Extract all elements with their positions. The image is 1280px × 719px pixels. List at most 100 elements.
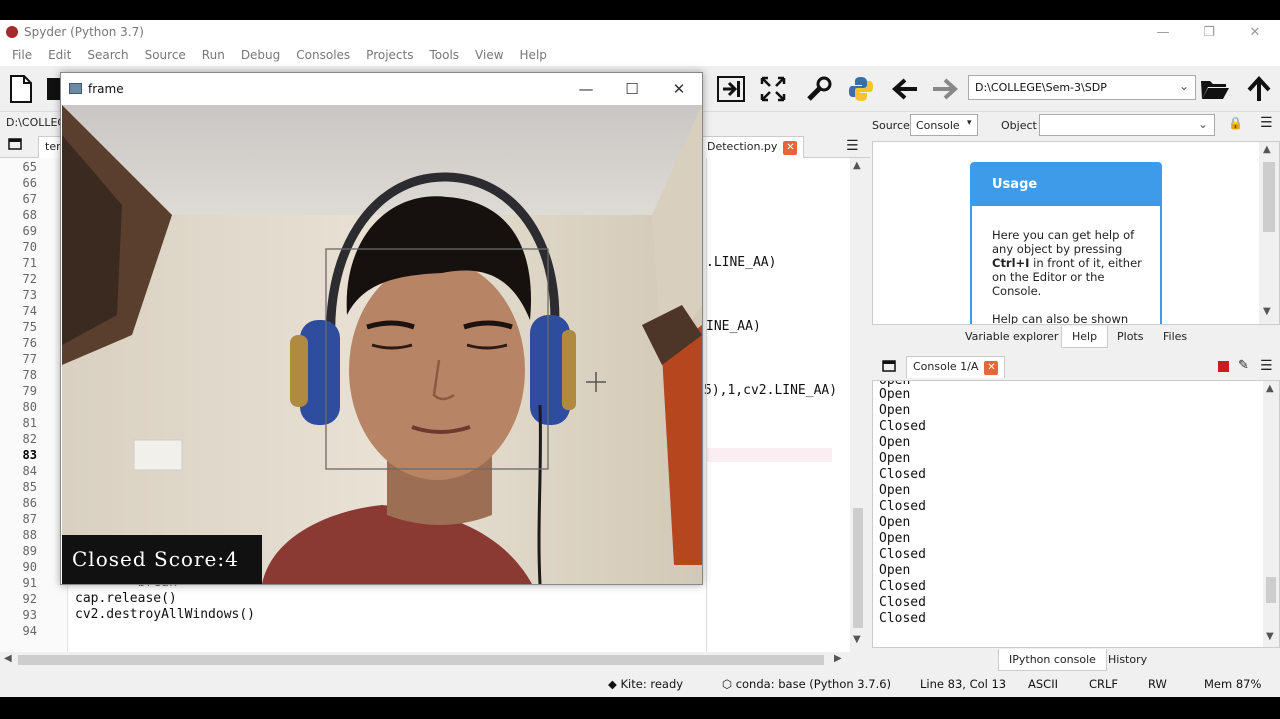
- score-overlay-text: Closed Score:4: [72, 547, 239, 571]
- console-line: Open: [879, 483, 911, 498]
- editor-tab-label: Detection.py: [707, 140, 778, 153]
- console-line: Closed: [879, 595, 926, 610]
- menu-tools[interactable]: Tools: [421, 48, 467, 62]
- working-directory-value: D:\COLLEGE\Sem-3\SDP: [975, 81, 1107, 94]
- usage-text: Help can also be shown: [992, 312, 1129, 325]
- line-number: 79: [22, 384, 37, 398]
- maximize-pane-icon[interactable]: [758, 74, 788, 104]
- minimize-button[interactable]: —: [1140, 20, 1186, 44]
- menu-run[interactable]: Run: [194, 48, 233, 62]
- console-options-icon[interactable]: ☰: [1260, 358, 1273, 374]
- menu-view[interactable]: View: [467, 48, 511, 62]
- editor-options-icon[interactable]: ☰: [846, 138, 859, 154]
- editor-edge-line: [706, 158, 707, 652]
- help-pane-tabs: Variable explorer Help Plots Files: [955, 326, 1280, 348]
- close-tab-icon[interactable]: ✕: [783, 141, 798, 155]
- scroll-down-icon[interactable]: ▼: [1263, 306, 1271, 317]
- console-line: Open: [879, 531, 911, 546]
- scroll-up-icon[interactable]: ▲: [853, 160, 861, 171]
- frame-minimize-button[interactable]: —: [571, 77, 601, 101]
- menu-debug[interactable]: Debug: [233, 48, 288, 62]
- scroll-right-icon[interactable]: ▶: [834, 653, 842, 664]
- usage-title: Usage: [972, 164, 1160, 206]
- lock-icon[interactable]: 🔒: [1228, 116, 1243, 130]
- menu-file[interactable]: File: [4, 48, 40, 62]
- editor-vertical-scrollbar[interactable]: ▲ ▼: [850, 158, 866, 648]
- console-line: Closed: [879, 467, 926, 482]
- scroll-down-icon[interactable]: ▼: [853, 634, 861, 645]
- code-line-93: cv2.destroyAllWindows(): [75, 607, 256, 622]
- close-tab-icon[interactable]: ✕: [984, 361, 999, 375]
- scroll-up-icon[interactable]: ▲: [1266, 383, 1274, 394]
- scroll-down-icon[interactable]: ▼: [1266, 631, 1274, 642]
- menu-source[interactable]: Source: [137, 48, 194, 62]
- scrollbar-thumb[interactable]: [18, 655, 824, 665]
- console-vertical-scrollbar[interactable]: ▲ ▼: [1263, 381, 1279, 647]
- line-number: 87: [22, 512, 37, 526]
- spyder-logo-icon: [6, 26, 18, 38]
- run-cell-icon[interactable]: [716, 74, 746, 104]
- tab-variable-explorer[interactable]: Variable explorer: [955, 326, 1068, 348]
- chevron-down-icon: ▾: [967, 118, 972, 128]
- tab-plots[interactable]: Plots: [1107, 326, 1153, 348]
- tab-files[interactable]: Files: [1153, 326, 1197, 348]
- browse-tabs-icon[interactable]: [882, 360, 896, 375]
- help-vertical-scrollbar[interactable]: ▲ ▼: [1259, 142, 1279, 324]
- ipython-console[interactable]: Open Open Open Closed Open Open Closed O…: [872, 380, 1280, 648]
- line-number: 90: [22, 560, 37, 574]
- forward-arrow-icon[interactable]: [930, 74, 960, 104]
- line-number: 70: [22, 240, 37, 254]
- current-line-highlight: [706, 448, 832, 462]
- frame-maximize-button[interactable]: ☐: [617, 77, 647, 101]
- frame-window-icon: [69, 83, 82, 94]
- menu-projects[interactable]: Projects: [358, 48, 421, 62]
- object-combo[interactable]: ⌄: [1039, 114, 1215, 136]
- menu-edit[interactable]: Edit: [40, 48, 79, 62]
- help-toolbar: Source Console ▾ Object ⌄ 🔒 ☰: [870, 112, 1280, 138]
- close-button[interactable]: ✕: [1232, 20, 1278, 44]
- line-number: 93: [22, 608, 37, 622]
- cursor-position: Line 83, Col 13: [920, 677, 1007, 691]
- frame-close-button[interactable]: ✕: [664, 77, 694, 101]
- back-arrow-icon[interactable]: [890, 74, 920, 104]
- scroll-left-icon[interactable]: ◀: [4, 653, 12, 664]
- tab-history[interactable]: History: [1098, 649, 1157, 671]
- scroll-up-icon[interactable]: ▲: [1263, 144, 1271, 155]
- console-line: Open: [879, 515, 911, 530]
- frame-title-bar[interactable]: frame — ☐ ✕: [61, 73, 702, 105]
- parent-directory-icon[interactable]: [1244, 74, 1274, 104]
- wrench-icon[interactable]: [804, 74, 834, 104]
- help-options-icon[interactable]: ☰: [1260, 115, 1273, 131]
- tab-help[interactable]: Help: [1061, 326, 1109, 348]
- stop-kernel-icon[interactable]: [1218, 361, 1229, 372]
- file-permissions: RW: [1148, 677, 1167, 691]
- console-tab[interactable]: Console 1/A ✕: [906, 356, 1006, 378]
- object-label: Object: [1001, 119, 1037, 132]
- tab-ipython-console[interactable]: IPython console: [998, 649, 1107, 671]
- line-number-gutter: 65 66 67 68 69 70 71 72 73 74 75 76 77 7…: [0, 158, 68, 660]
- editor-tab-current[interactable]: Detection.py ✕: [700, 136, 805, 158]
- chevron-down-icon: ⌄: [1178, 79, 1189, 93]
- line-number: 77: [22, 352, 37, 366]
- scrollbar-thumb[interactable]: [853, 508, 863, 628]
- new-file-icon[interactable]: [6, 74, 36, 104]
- menu-help[interactable]: Help: [512, 48, 555, 62]
- browse-folder-icon[interactable]: [1200, 74, 1230, 104]
- browse-tabs-icon[interactable]: [8, 138, 22, 153]
- working-directory-combo[interactable]: D:\COLLEGE\Sem-3\SDP ⌄: [968, 75, 1196, 100]
- console-line: Open: [879, 563, 911, 578]
- eraser-icon[interactable]: ✎: [1238, 358, 1249, 373]
- frame-window[interactable]: frame — ☐ ✕ Closed Score:4: [60, 72, 703, 585]
- menu-search[interactable]: Search: [79, 48, 136, 62]
- python-path-icon[interactable]: [846, 74, 876, 104]
- line-number: 88: [22, 528, 37, 542]
- source-combo[interactable]: Console ▾: [910, 114, 978, 136]
- title-bar: Spyder (Python 3.7) — ❐ ✕: [0, 20, 1280, 44]
- restore-button[interactable]: ❐: [1186, 20, 1232, 44]
- memory-usage: Mem 87%: [1204, 677, 1262, 691]
- editor-horizontal-scrollbar[interactable]: ◀ ▶: [0, 652, 850, 668]
- line-number: 94: [22, 624, 37, 638]
- scrollbar-thumb[interactable]: [1266, 577, 1276, 603]
- menu-consoles[interactable]: Consoles: [288, 48, 358, 62]
- scrollbar-thumb[interactable]: [1263, 162, 1275, 232]
